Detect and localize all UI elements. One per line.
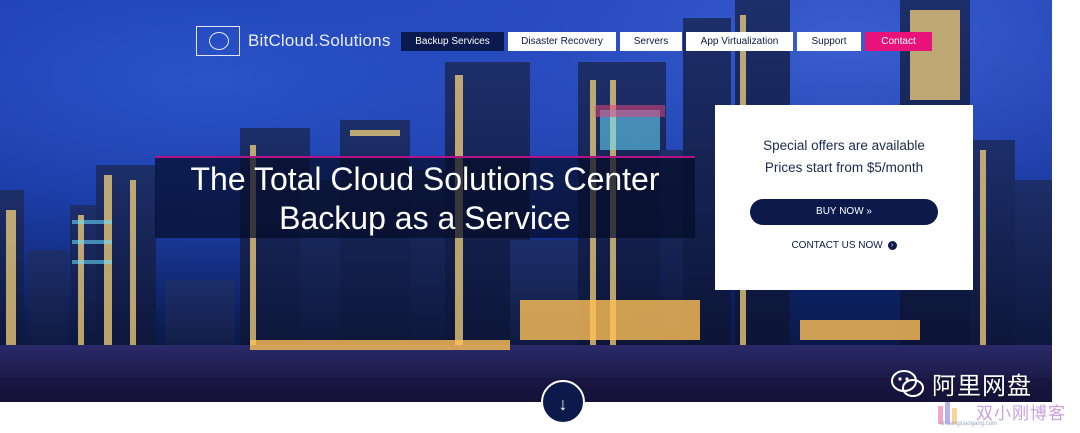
brand-name: BitCloud.Solutions [248, 31, 391, 50]
contact-us-now-link[interactable]: CONTACT US NOW › [715, 240, 973, 251]
nav-item-support[interactable]: Support [797, 32, 861, 51]
offer-price-line: Prices start from $5/month [764, 160, 924, 175]
arrow-down-icon: ↓ [558, 394, 568, 414]
watermark-secondary: 双小刚博客 shuangxiaogang.com [938, 398, 1080, 430]
main-navigation: Backup Services Disaster Recovery Server… [401, 32, 932, 51]
buy-now-button[interactable]: BUY NOW » [750, 199, 938, 225]
special-offer-card: Special offers are available Prices star… [715, 105, 973, 290]
watermark-blog-url: shuangxiaogang.com [940, 421, 998, 427]
offer-line-1: Special offers are available [763, 138, 925, 153]
watermark-primary: 阿里网盘 [890, 366, 1032, 401]
cloud-logo-icon [196, 26, 240, 56]
nav-item-disaster-recovery[interactable]: Disaster Recovery [508, 32, 616, 51]
watermark-text: 阿里网盘 [932, 373, 1032, 400]
nav-item-backup-services[interactable]: Backup Services [401, 32, 504, 51]
headline-line-2: Backup as a Service [279, 200, 571, 236]
nav-item-servers[interactable]: Servers [620, 32, 682, 51]
contact-us-now-label: CONTACT US NOW [791, 240, 883, 251]
nav-item-app-virtualization[interactable]: App Virtualization [686, 32, 793, 51]
hero-banner: BitCloud.Solutions Backup Services Disas… [0, 0, 1052, 402]
nav-item-contact[interactable]: Contact [865, 32, 932, 51]
headline-line-1: The Total Cloud Solutions Center [190, 161, 660, 197]
brand-logo[interactable]: BitCloud.Solutions [196, 24, 391, 58]
chevron-circle-right-icon: › [887, 240, 897, 250]
scroll-down-button[interactable]: ↓ [541, 380, 585, 424]
hero-headline: The Total Cloud Solutions Center Backup … [155, 156, 695, 238]
wechat-icon [891, 369, 924, 397]
